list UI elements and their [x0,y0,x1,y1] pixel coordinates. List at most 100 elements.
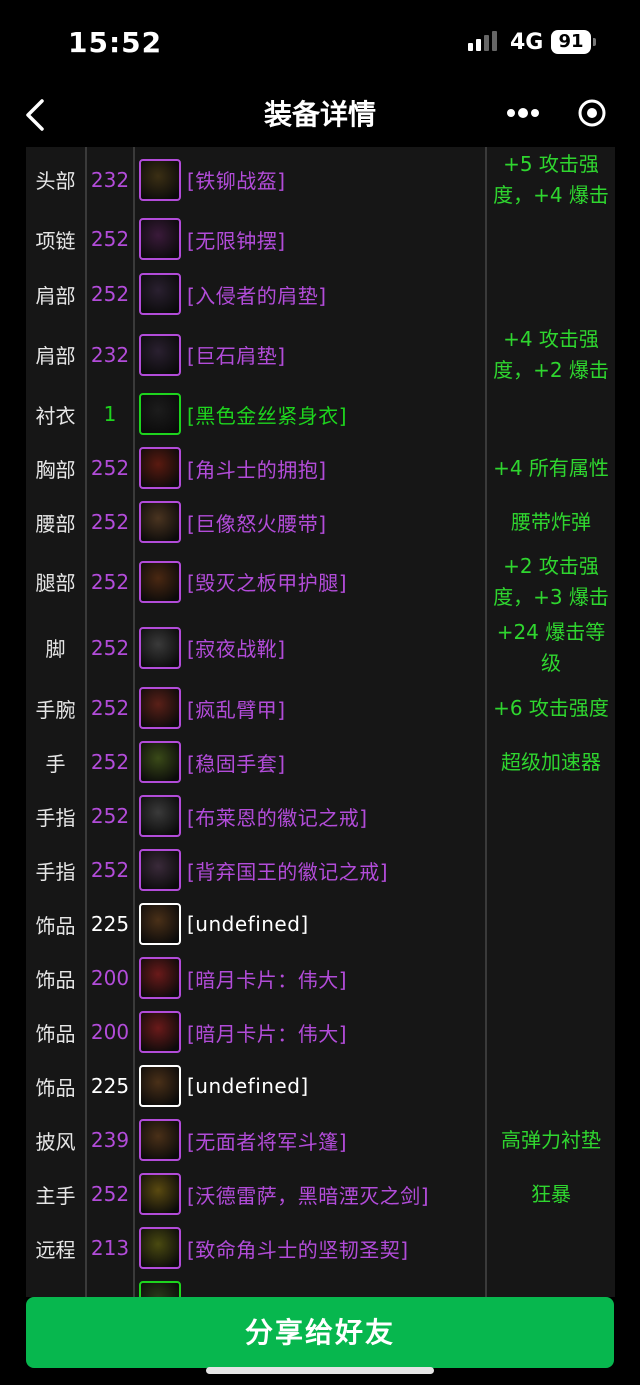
item-name-link[interactable]: [致命角斗士的坚韧圣契] [187,1234,409,1263]
item-cell[interactable]: [暗月卡片：伟大] [135,951,487,1005]
item-name-link[interactable]: [无限钟摆] [187,225,286,254]
slot-cell: 项链 [26,212,87,266]
battery-tip [593,38,596,46]
item-cell[interactable]: [疯乱臂甲] [135,681,487,735]
item-cell[interactable]: [寂夜战靴] [135,614,487,681]
item-name-link[interactable]: [入侵者的肩垫] [187,280,327,309]
slot-cell: 脚 [26,614,87,681]
item-cell[interactable]: [巨像怒火腰带] [135,495,487,549]
item-level-cell: 252 [87,495,135,549]
equipment-row[interactable]: 肩部 232 [巨石肩垫] +4 攻击强度，+2 爆击 [26,322,615,389]
item-name-link[interactable]: [铁铆战盔] [187,165,286,194]
item-cell[interactable]: [布莱恩的徽记之戒] [135,789,487,843]
bracer-icon [139,687,181,729]
slot-cell: 手 [26,735,87,789]
item-level-cell [87,1275,135,1297]
more-icon[interactable] [506,105,540,121]
enchant-cell [487,1005,615,1059]
item-name-link[interactable]: [暗月卡片：伟大] [187,964,347,993]
boots-icon [139,626,181,669]
item-name-link[interactable]: [沃德雷萨，黑暗湮灭之剑] [187,1180,429,1209]
equipment-row[interactable]: 饰品 225 [undefined] [26,1059,615,1115]
item-name-link[interactable]: [undefined] [187,912,309,936]
equipment-row[interactable]: 手指 252 [背弃国王的徽记之戒] [26,843,615,899]
item-name-link[interactable]: [角斗士的拥抱] [187,454,327,483]
equipment-row[interactable]: 手 252 [稳固手套] 超级加速器 [26,735,615,791]
item-cell[interactable]: [undefined] [135,1059,487,1113]
item-level-cell: 1 [87,387,135,441]
equipment-table: 头部 232 [铁铆战盔] +5 攻击强度，+4 爆击 项链 252 [无限钟摆] 肩部 252… [26,147,615,1297]
trinket-icon [139,1065,181,1107]
equipment-row[interactable]: 肩部 252 [入侵者的肩垫] [26,266,615,324]
slot-cell: 饰品 [26,951,87,1005]
trinket-icon [139,903,181,945]
item-name-link[interactable]: [布莱恩的徽记之戒] [187,802,368,831]
item-cell[interactable]: [无面者将军斗篷] [135,1113,487,1167]
item-cell[interactable]: [沃德雷萨，黑暗湮灭之剑] [135,1167,487,1221]
item-cell[interactable]: [铁铆战盔] [135,147,487,212]
item-name-link[interactable]: [毁灭之板甲护腿] [187,567,347,596]
item-name-link[interactable]: [疯乱臂甲] [187,694,286,723]
item-name-link[interactable]: [暗月卡片：伟大] [187,1018,347,1047]
item-name-link[interactable]: [巨石肩垫] [187,340,286,369]
enchant-cell: +4 攻击强度，+2 爆击 [493,326,609,382]
item-cell[interactable]: [背弃国王的徽记之戒] [135,843,487,897]
equipment-row[interactable]: 脚 252 [寂夜战靴] +24 爆击等级 [26,614,615,683]
equipment-row[interactable]: 饰品 200 [暗月卡片：伟大] [26,951,615,1007]
ring-icon [139,795,181,837]
item-cell[interactable]: [入侵者的肩垫] [135,266,487,322]
enchant-cell: 高弹力衬垫 [501,1127,601,1152]
item-level-cell: 252 [87,681,135,735]
slot-cell: 披风 [26,1113,87,1167]
item-name-link[interactable]: [无面者将军斗篷] [187,1126,347,1155]
chest-icon [139,447,181,489]
share-button[interactable]: 分享给好友 [26,1297,614,1368]
item-cell[interactable]: [黑色金丝紧身衣] [135,387,487,441]
item-cell[interactable]: [致命角斗士的坚韧圣契] [135,1221,487,1275]
equipment-row[interactable] [26,1275,615,1297]
equipment-row[interactable]: 饰品 200 [暗月卡片：伟大] [26,1005,615,1061]
equipment-row[interactable]: 手腕 252 [疯乱臂甲] +6 攻击强度 [26,681,615,737]
item-name-link[interactable]: [寂夜战靴] [187,633,286,662]
item-cell[interactable]: [角斗士的拥抱] [135,441,487,495]
equipment-row[interactable]: 头部 232 [铁铆战盔] +5 攻击强度，+4 爆击 [26,147,615,214]
equipment-row[interactable]: 项链 252 [无限钟摆] [26,212,615,268]
slot-cell: 手指 [26,843,87,897]
equipment-row[interactable]: 主手 252 [沃德雷萨，黑暗湮灭之剑] 狂暴 [26,1167,615,1223]
slot-cell: 肩部 [26,266,87,322]
item-name-link[interactable]: [黑色金丝紧身衣] [187,400,347,429]
item-cell[interactable]: [undefined] [135,897,487,951]
item-cell[interactable]: [毁灭之板甲护腿] [135,549,487,614]
item-cell[interactable]: [稳固手套] [135,735,487,789]
belt-icon [139,501,181,543]
item-cell[interactable]: [巨石肩垫] [135,322,487,387]
slot-cell: 饰品 [26,1005,87,1059]
item-level-cell: 225 [87,897,135,951]
close-miniprogram-icon[interactable] [578,99,606,127]
item-cell[interactable]: [无限钟摆] [135,212,487,266]
item-name-link[interactable]: [巨像怒火腰带] [187,508,327,537]
cloak-icon [139,1119,181,1161]
gloves-icon [139,741,181,783]
equipment-row[interactable]: 衬衣 1 [黑色金丝紧身衣] [26,387,615,443]
item-level-cell: 225 [87,1059,135,1113]
equipment-row[interactable]: 腰部 252 [巨像怒火腰带] 腰带炸弹 [26,495,615,551]
equipment-row[interactable]: 饰品 225 [undefined] [26,897,615,953]
battery-icon: 91 [551,30,591,54]
item-cell[interactable] [135,1275,487,1297]
enchant-cell [487,387,615,441]
item-level-cell: 252 [87,614,135,681]
equipment-row[interactable]: 手指 252 [布莱恩的徽记之戒] [26,789,615,845]
equipment-row[interactable]: 腿部 252 [毁灭之板甲护腿] +2 攻击强度，+3 爆击 [26,549,615,616]
item-name-link[interactable]: [背弃国王的徽记之戒] [187,856,388,885]
equipment-row[interactable]: 远程 213 [致命角斗士的坚韧圣契] [26,1221,615,1277]
equipment-row[interactable]: 胸部 252 [角斗士的拥抱] +4 所有属性 [26,441,615,497]
item-cell[interactable]: [暗月卡片：伟大] [135,1005,487,1059]
enchant-cell [487,789,615,843]
item-name-link[interactable]: [undefined] [187,1074,309,1098]
enchant-cell: +24 爆击等级 [496,619,606,675]
item-icon [139,1281,181,1297]
equipment-row[interactable]: 披风 239 [无面者将军斗篷] 高弹力衬垫 [26,1113,615,1169]
item-name-link[interactable]: [稳固手套] [187,748,286,777]
item-level-cell: 252 [87,843,135,897]
